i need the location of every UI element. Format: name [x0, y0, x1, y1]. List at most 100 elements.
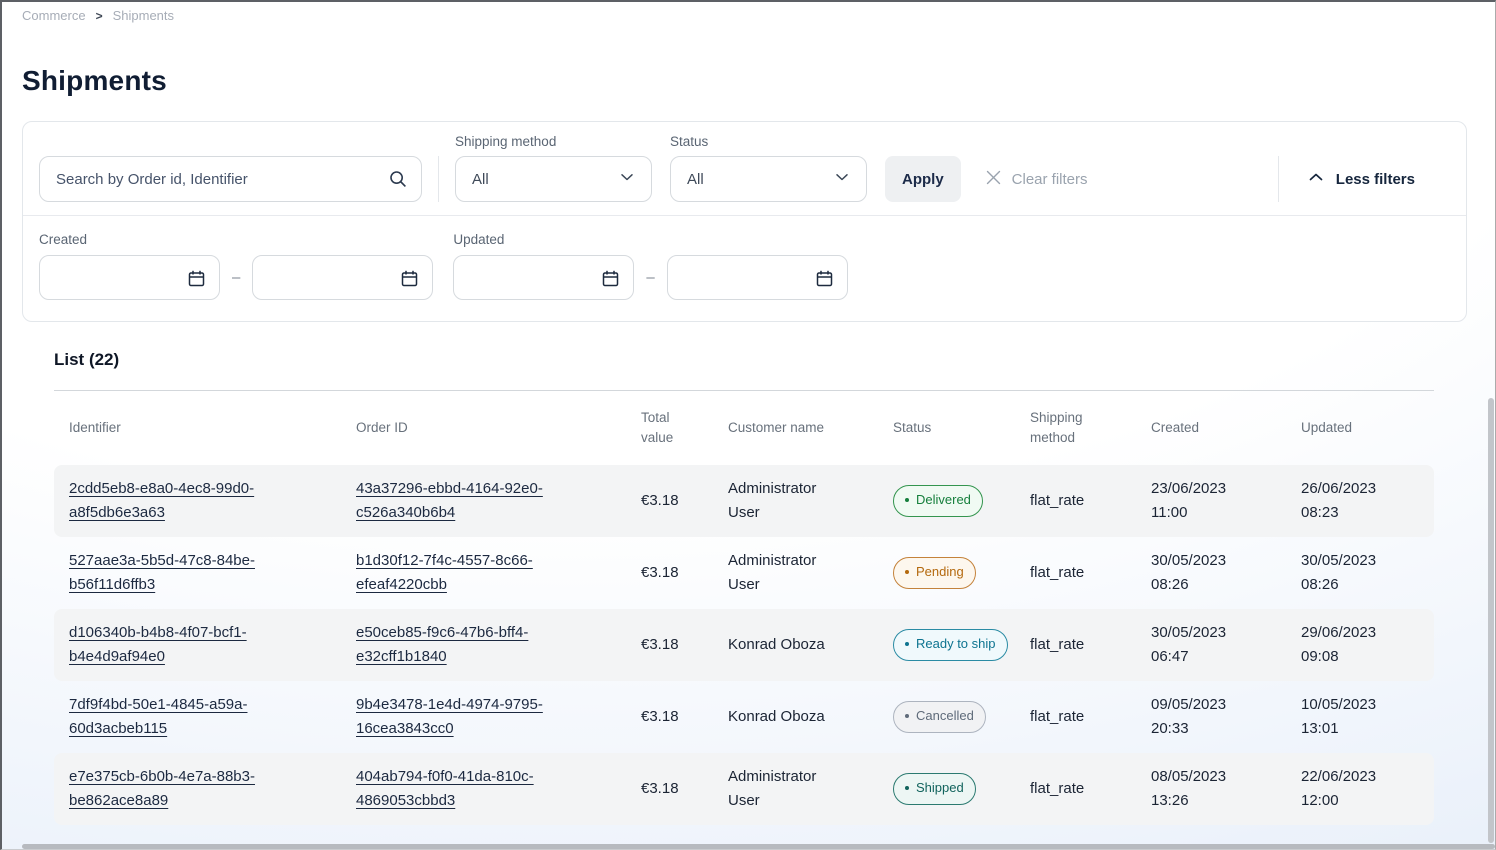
shipping-method-cell: flat_rate [1030, 633, 1151, 657]
calendar-icon [601, 269, 620, 288]
order-id-link[interactable]: 9b4e3478-1e4d-4974-9795-16cea3843cc0 [356, 693, 578, 741]
total-value-cell: €3.18 [641, 633, 728, 657]
total-value-cell: €3.18 [641, 705, 728, 729]
total-value-cell: €3.18 [641, 561, 728, 585]
clear-filters-label: Clear filters [1012, 171, 1088, 188]
status-dot-icon [905, 714, 909, 718]
status-label: Ready to ship [916, 634, 996, 655]
less-filters-toggle[interactable]: Less filters [1279, 156, 1450, 202]
date-range-separator: – [646, 269, 654, 286]
table-row: 2cdd5eb8-e8a0-4ec8-99d0-a8f5db6e3a63 43a… [54, 465, 1434, 537]
col-header-identifier: Identifier [69, 418, 356, 438]
status-badge: Shipped [893, 773, 976, 805]
created-cell: 30/05/2023 08:26 [1151, 549, 1253, 597]
status-badge: Pending [893, 557, 976, 589]
filters-row-dates: Created – [23, 216, 1466, 321]
apply-button[interactable]: Apply [885, 156, 961, 202]
status-badge: Delivered [893, 485, 983, 517]
status-dot-icon [905, 570, 909, 574]
status-dot-icon [905, 642, 909, 646]
created-cell: 08/05/2023 13:26 [1151, 765, 1253, 813]
status-dot-icon [905, 498, 909, 502]
created-label: Created [39, 232, 433, 247]
identifier-link[interactable]: e7e375cb-6b0b-4e7a-88b3-be862ace8a89 [69, 765, 291, 813]
order-id-link[interactable]: e50ceb85-f9c6-47b6-bff4-e32cff1b1840 [356, 621, 578, 669]
created-to-input[interactable] [252, 255, 433, 300]
col-header-total-value: Total value [641, 408, 728, 449]
close-icon [985, 169, 1002, 190]
shipping-method-cell: flat_rate [1030, 489, 1151, 513]
order-id-link[interactable]: b1d30f12-7f4c-4557-8c66-efeaf4220cbb [356, 549, 578, 597]
col-header-created: Created [1151, 418, 1301, 438]
customer-name-cell: Konrad Oboza [728, 705, 850, 729]
customer-name-cell: Konrad Oboza [728, 633, 850, 657]
status-select[interactable]: All [670, 156, 867, 202]
identifier-link[interactable]: 7df9f4bd-50e1-4845-a59a-60d3acbeb115 [69, 693, 291, 741]
filters-row-main: Shipping method All Status All [23, 122, 1466, 215]
table-body: 2cdd5eb8-e8a0-4ec8-99d0-a8f5db6e3a63 43a… [54, 465, 1434, 825]
updated-to-input[interactable] [667, 255, 848, 300]
shipping-method-cell: flat_rate [1030, 777, 1151, 801]
updated-cell: 10/05/2023 13:01 [1301, 693, 1403, 741]
shipping-method-value: All [472, 171, 489, 188]
order-id-link[interactable]: 43a37296-ebbd-4164-92e0-c526a340b6b4 [356, 477, 578, 525]
updated-from-input[interactable] [453, 255, 634, 300]
customer-name-cell: Administrator User [728, 765, 850, 813]
created-cell: 23/06/2023 11:00 [1151, 477, 1253, 525]
date-range-separator: – [232, 269, 240, 286]
shipments-page: Commerce > Shipments Shipments Shipping … [0, 0, 1496, 825]
status-field: Status All [670, 134, 867, 202]
shipping-method-select[interactable]: All [455, 156, 652, 202]
chevron-down-icon [834, 169, 850, 190]
status-value: All [687, 171, 704, 188]
total-value-cell: €3.18 [641, 777, 728, 801]
table-row: d106340b-b4b8-4f07-bcf1-b4e4d9af94e0 e50… [54, 609, 1434, 681]
col-header-shipping-method: Shipping method [1030, 408, 1151, 449]
customer-name-cell: Administrator User [728, 549, 850, 597]
table-row: 7df9f4bd-50e1-4845-a59a-60d3acbeb115 9b4… [54, 681, 1434, 753]
page-title: Shipments [22, 65, 1474, 97]
status-label: Pending [916, 562, 964, 583]
search-field-wrap [39, 156, 422, 202]
shipping-method-field: Shipping method All [455, 134, 652, 202]
col-header-updated: Updated [1301, 418, 1419, 438]
clear-filters-button[interactable]: Clear filters [985, 156, 1088, 202]
customer-name-cell: Administrator User [728, 477, 850, 525]
table-row: e7e375cb-6b0b-4e7a-88b3-be862ace8a89 404… [54, 753, 1434, 825]
updated-cell: 26/06/2023 08:23 [1301, 477, 1403, 525]
chevron-down-icon [619, 169, 635, 190]
breadcrumb-separator: > [96, 9, 103, 23]
shipping-method-cell: flat_rate [1030, 561, 1151, 585]
breadcrumb: Commerce > Shipments [22, 8, 1474, 23]
created-from-input[interactable] [39, 255, 220, 300]
total-value-cell: €3.18 [641, 489, 728, 513]
updated-cell: 22/06/2023 12:00 [1301, 765, 1403, 813]
created-date-group: Created – [39, 232, 433, 300]
search-input[interactable] [39, 156, 422, 202]
calendar-icon [187, 269, 206, 288]
calendar-icon [400, 269, 419, 288]
updated-cell: 30/05/2023 08:26 [1301, 549, 1403, 597]
calendar-icon [815, 269, 834, 288]
identifier-link[interactable]: 527aae3a-5b5d-47c8-84be-b56f11d6ffb3 [69, 549, 291, 597]
status-dot-icon [905, 786, 909, 790]
breadcrumb-item-commerce[interactable]: Commerce [22, 8, 86, 23]
horizontal-scrollbar[interactable] [22, 844, 1495, 849]
filter-divider-vertical [438, 156, 439, 202]
order-id-link[interactable]: 404ab794-f0f0-41da-810c-4869053cbbd3 [356, 765, 578, 813]
updated-cell: 29/06/2023 09:08 [1301, 621, 1403, 669]
status-badge: Ready to ship [893, 629, 1008, 661]
less-filters-label: Less filters [1336, 171, 1415, 188]
identifier-link[interactable]: 2cdd5eb8-e8a0-4ec8-99d0-a8f5db6e3a63 [69, 477, 291, 525]
status-label: Delivered [916, 490, 971, 511]
updated-label: Updated [453, 232, 847, 247]
col-header-order-id: Order ID [356, 418, 641, 438]
status-badge: Cancelled [893, 701, 986, 733]
status-label: Shipped [916, 778, 964, 799]
filters-panel: Shipping method All Status All [22, 121, 1467, 322]
identifier-link[interactable]: d106340b-b4b8-4f07-bcf1-b4e4d9af94e0 [69, 621, 291, 669]
vertical-scrollbar[interactable] [1488, 398, 1494, 843]
shipments-list-section: List (22) Identifier Order ID Total valu… [54, 350, 1434, 825]
status-label: Status [670, 134, 867, 149]
breadcrumb-item-shipments[interactable]: Shipments [113, 8, 174, 23]
